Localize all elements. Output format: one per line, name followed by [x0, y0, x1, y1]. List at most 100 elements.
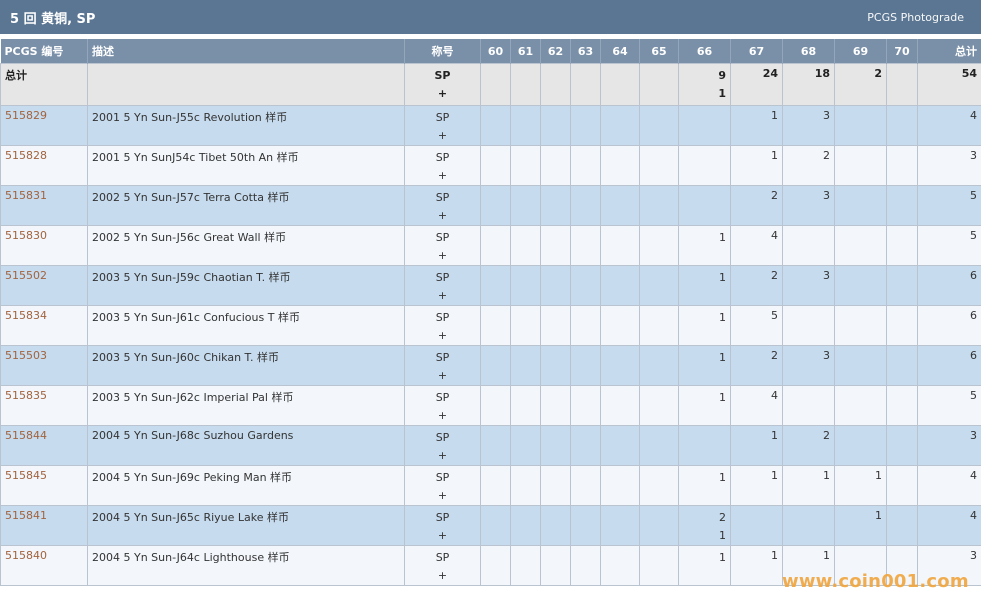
- table-row[interactable]: 515834 2003 5 Yn Sun-J61c Confucious T 样币…: [0, 305, 981, 346]
- grade-69-cell: [834, 305, 887, 346]
- description-cell: 2003 5 Yn Sun-J59c Chaotian T. 样币: [87, 265, 405, 306]
- grade-cell: [570, 345, 601, 386]
- pcgs-number-link[interactable]: 515835: [5, 389, 47, 402]
- pcgs-number-link[interactable]: 515834: [5, 309, 47, 322]
- col-description[interactable]: 描述: [87, 39, 405, 64]
- grade-cell: [540, 225, 571, 266]
- designation-code: SP: [435, 551, 450, 564]
- grade-66-cell: [678, 425, 731, 466]
- description-cell: 2004 5 Yn Sun-J65c Riyue Lake 样币: [87, 505, 405, 546]
- grade-cell: [570, 425, 601, 466]
- pcgs-number-link[interactable]: 515844: [5, 429, 47, 442]
- grade-68-cell: 3: [782, 265, 835, 306]
- pcgs-number-cell: 515830: [0, 225, 88, 266]
- grade-cell: [639, 105, 679, 146]
- col-grade-66[interactable]: 66: [678, 39, 731, 64]
- table-row[interactable]: 515503 2003 5 Yn Sun-J60c Chikan T. 样币 SP +…: [0, 345, 981, 386]
- table-row[interactable]: 515835 2003 5 Yn Sun-J62c Imperial Pal 样币…: [0, 385, 981, 426]
- designation-plus: +: [437, 369, 448, 382]
- col-grade-63[interactable]: 63: [570, 39, 601, 64]
- grade-cell: [480, 385, 511, 426]
- table-row[interactable]: 515830 2002 5 Yn Sun-J56c Great Wall 样币 SP…: [0, 225, 981, 266]
- grade-69-cell: 1: [834, 505, 887, 546]
- col-grade-70[interactable]: 70: [886, 39, 918, 64]
- pcgs-number-link[interactable]: 515502: [5, 269, 47, 282]
- table-row[interactable]: 515845 2004 5 Yn Sun-J69c Peking Man 样币 SP…: [0, 465, 981, 506]
- pcgs-number-link[interactable]: 515831: [5, 189, 47, 202]
- grade-cell: [600, 305, 640, 346]
- photograde-link[interactable]: PCGS Photograde: [867, 11, 964, 24]
- total-count: 5: [917, 385, 981, 426]
- grade-cell: [480, 265, 511, 306]
- col-grade-61[interactable]: 61: [510, 39, 541, 64]
- pcgs-number-link[interactable]: 515829: [5, 109, 47, 122]
- grade-cell: [570, 545, 601, 586]
- description-cell: 2001 5 Yn Sun-J55c Revolution 样币: [87, 105, 405, 146]
- grade-68-cell: 1: [782, 465, 835, 506]
- description-cell: 2004 5 Yn Sun-J69c Peking Man 样币: [87, 465, 405, 506]
- grade-cell: [480, 545, 511, 586]
- grade-66-count: 2: [719, 511, 726, 524]
- grade-70-cell: [886, 63, 918, 106]
- designation-plus: +: [437, 209, 448, 222]
- designation-plus: +: [437, 409, 448, 422]
- col-designation[interactable]: 称号: [404, 39, 481, 64]
- pcgs-number-link[interactable]: 515503: [5, 349, 47, 362]
- grade-70-cell: [886, 385, 918, 426]
- table-row[interactable]: 515502 2003 5 Yn Sun-J59c Chaotian T. 样币 S…: [0, 265, 981, 306]
- table-row[interactable]: 515831 2002 5 Yn Sun-J57c Terra Cotta 样币 S…: [0, 185, 981, 226]
- col-grade-67[interactable]: 67: [730, 39, 783, 64]
- grade-cell: [639, 505, 679, 546]
- col-pcgs-number[interactable]: PCGS 编号: [0, 39, 88, 64]
- pcgs-number-cell: 515503: [0, 345, 88, 386]
- pcgs-number-cell: 515831: [0, 185, 88, 226]
- description-cell: 2003 5 Yn Sun-J62c Imperial Pal 样币: [87, 385, 405, 426]
- total-count: 3: [917, 425, 981, 466]
- grade-66-cell: [678, 105, 731, 146]
- col-grade-65[interactable]: 65: [639, 39, 679, 64]
- col-grade-64[interactable]: 64: [600, 39, 640, 64]
- grade-69-cell: 2: [834, 63, 887, 106]
- grade-66-count: 1: [719, 551, 726, 564]
- pcgs-number-link[interactable]: 515845: [5, 469, 47, 482]
- grade-cell: [540, 63, 571, 106]
- grade-cell: [639, 145, 679, 186]
- grade-cell: [540, 545, 571, 586]
- grade-cell: [510, 185, 541, 226]
- pcgs-number-cell: 515844: [0, 425, 88, 466]
- grade-70-cell: [886, 105, 918, 146]
- grade-66-count: 1: [719, 391, 726, 404]
- table-row[interactable]: 515841 2004 5 Yn Sun-J65c Riyue Lake 样币 SP…: [0, 505, 981, 546]
- grade-67-cell: 1: [730, 545, 783, 586]
- grade-66-cell: 1: [678, 305, 731, 346]
- designation-cell: SP +: [404, 225, 481, 266]
- designation-cell: SP +: [404, 505, 481, 546]
- pcgs-number-link[interactable]: 515840: [5, 549, 47, 562]
- col-total[interactable]: 总计: [917, 39, 981, 64]
- pcgs-number-link[interactable]: 515830: [5, 229, 47, 242]
- grade-cell: [540, 105, 571, 146]
- grade-cell: [510, 105, 541, 146]
- grade-cell: [570, 63, 601, 106]
- col-grade-69[interactable]: 69: [834, 39, 887, 64]
- grade-cell: [540, 505, 571, 546]
- col-grade-60[interactable]: 60: [480, 39, 511, 64]
- table-row[interactable]: 515844 2004 5 Yn Sun-J68c Suzhou Gardens S…: [0, 425, 981, 466]
- grade-66-cell: 1: [678, 465, 731, 506]
- grade-66-count: 1: [719, 271, 726, 284]
- description-cell: 2002 5 Yn Sun-J57c Terra Cotta 样币: [87, 185, 405, 226]
- designation-code: SP: [435, 191, 450, 204]
- col-grade-62[interactable]: 62: [540, 39, 571, 64]
- table-row[interactable]: 515828 2001 5 Yn SunJ54c Tibet 50th An 样币…: [0, 145, 981, 186]
- description-cell: 2004 5 Yn Sun-J64c Lighthouse 样币: [87, 545, 405, 586]
- table-row[interactable]: 515829 2001 5 Yn Sun-J55c Revolution 样币 SP…: [0, 105, 981, 146]
- grade-70-cell: [886, 465, 918, 506]
- col-grade-68[interactable]: 68: [782, 39, 835, 64]
- grade-67-cell: 24: [730, 63, 783, 106]
- pcgs-number-link[interactable]: 515828: [5, 149, 47, 162]
- pcgs-number-cell: 515840: [0, 545, 88, 586]
- grade-cell: [480, 63, 511, 106]
- pcgs-number-link[interactable]: 515841: [5, 509, 47, 522]
- grade-66-count: 1: [719, 231, 726, 244]
- designation-code: SP: [434, 69, 451, 82]
